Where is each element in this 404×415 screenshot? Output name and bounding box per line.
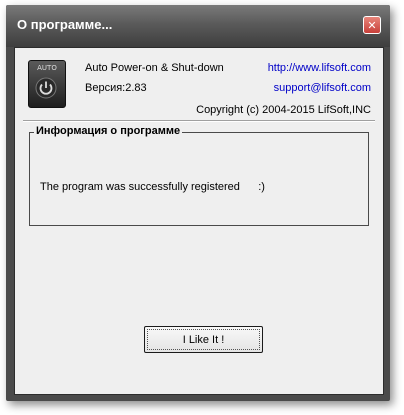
power-icon xyxy=(35,77,57,99)
dialog-content: AUTO Auto Power-on & Shut-down Версия:2.… xyxy=(14,47,384,395)
product-name: Auto Power-on & Shut-down xyxy=(85,62,224,74)
window-title: О программе... xyxy=(17,17,113,32)
like-it-button-label: I Like It ! xyxy=(182,333,225,346)
title-bar[interactable]: О программе... ✕ xyxy=(6,5,390,47)
version-label: Версия:2.83 xyxy=(85,82,147,94)
close-button[interactable]: ✕ xyxy=(363,16,381,34)
registration-status: The program was successfully registered … xyxy=(40,181,265,193)
divider xyxy=(23,120,375,122)
website-link[interactable]: http://www.lifsoft.com xyxy=(268,62,371,74)
groupbox-title: Информация о программе xyxy=(34,125,183,137)
app-icon-label: AUTO xyxy=(37,64,57,72)
support-email-link[interactable]: support@lifsoft.com xyxy=(274,82,371,94)
close-icon: ✕ xyxy=(367,18,377,32)
auto-power-icon: AUTO xyxy=(28,60,66,108)
like-it-button[interactable]: I Like It ! xyxy=(144,326,263,353)
copyright-text: Copyright (c) 2004-2015 LifSoft,INC xyxy=(196,104,371,116)
info-groupbox: Информация о программе The program was s… xyxy=(29,125,369,226)
about-dialog: О программе... ✕ AUTO Auto Power-on & Sh… xyxy=(6,5,390,401)
